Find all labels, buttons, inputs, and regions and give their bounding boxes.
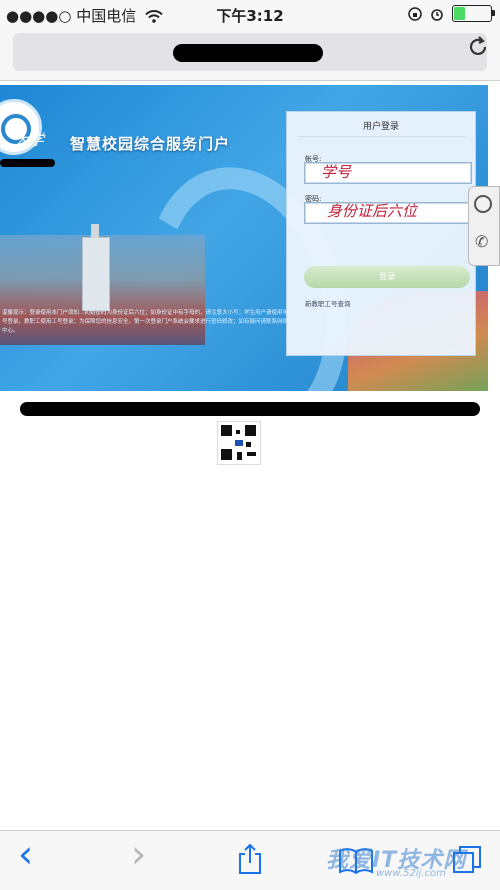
login-heading: 用户登录 <box>362 122 399 132</box>
status-bar: ●●●●○ 中国电信 下午3:12 <box>0 0 500 28</box>
login-panel: 用户登录 帐号: 学号 密码: 身份证后六位 登录 新教职工号查询 <box>286 111 476 356</box>
url-field[interactable] <box>13 33 487 71</box>
redacted-url <box>173 44 323 62</box>
orientation-lock-icon <box>408 6 422 21</box>
login-button[interactable]: 登录 <box>304 266 470 288</box>
battery-fill <box>454 7 465 20</box>
battery-icon <box>452 5 495 22</box>
university-name: 大学 <box>14 131 45 149</box>
forward-button[interactable]: › <box>131 835 146 873</box>
customer-service-icon[interactable] <box>474 195 492 213</box>
portal-title: 智慧校园综合服务门户 <box>70 135 231 153</box>
back-button[interactable]: ‹ <box>18 835 33 873</box>
password-value: 身份证后六位 <box>327 202 418 220</box>
watermark-url: www.52ij.com <box>376 868 446 879</box>
divider <box>297 136 465 137</box>
share-icon[interactable] <box>236 843 264 875</box>
reload-icon[interactable] <box>466 35 490 59</box>
redacted-footer-text <box>20 402 480 416</box>
status-right <box>408 5 495 22</box>
login-notice: 温馨提示：登录使用本门户须知…初始密码为身份证后六位；如身份证中有字母的，请注意… <box>2 310 289 334</box>
browser-address-bar <box>0 28 500 81</box>
alarm-icon <box>431 8 443 21</box>
site-watermark: 我爱IT技术网 www.52ij.com <box>296 840 496 889</box>
campus-tower <box>82 224 110 311</box>
side-service-widget: ✆ <box>468 186 500 266</box>
new-staff-link[interactable]: 新教职工号查询 <box>305 298 351 308</box>
portal-banner: 大学 智慧校园综合服务门户 温馨提示：登录使用本门户须知…初始密码为身份证后六位… <box>0 85 488 391</box>
phone-icon[interactable]: ✆ <box>475 232 488 251</box>
account-value: 学号 <box>321 163 352 181</box>
redacted-name <box>0 159 55 167</box>
qr-code-icon <box>217 421 261 465</box>
